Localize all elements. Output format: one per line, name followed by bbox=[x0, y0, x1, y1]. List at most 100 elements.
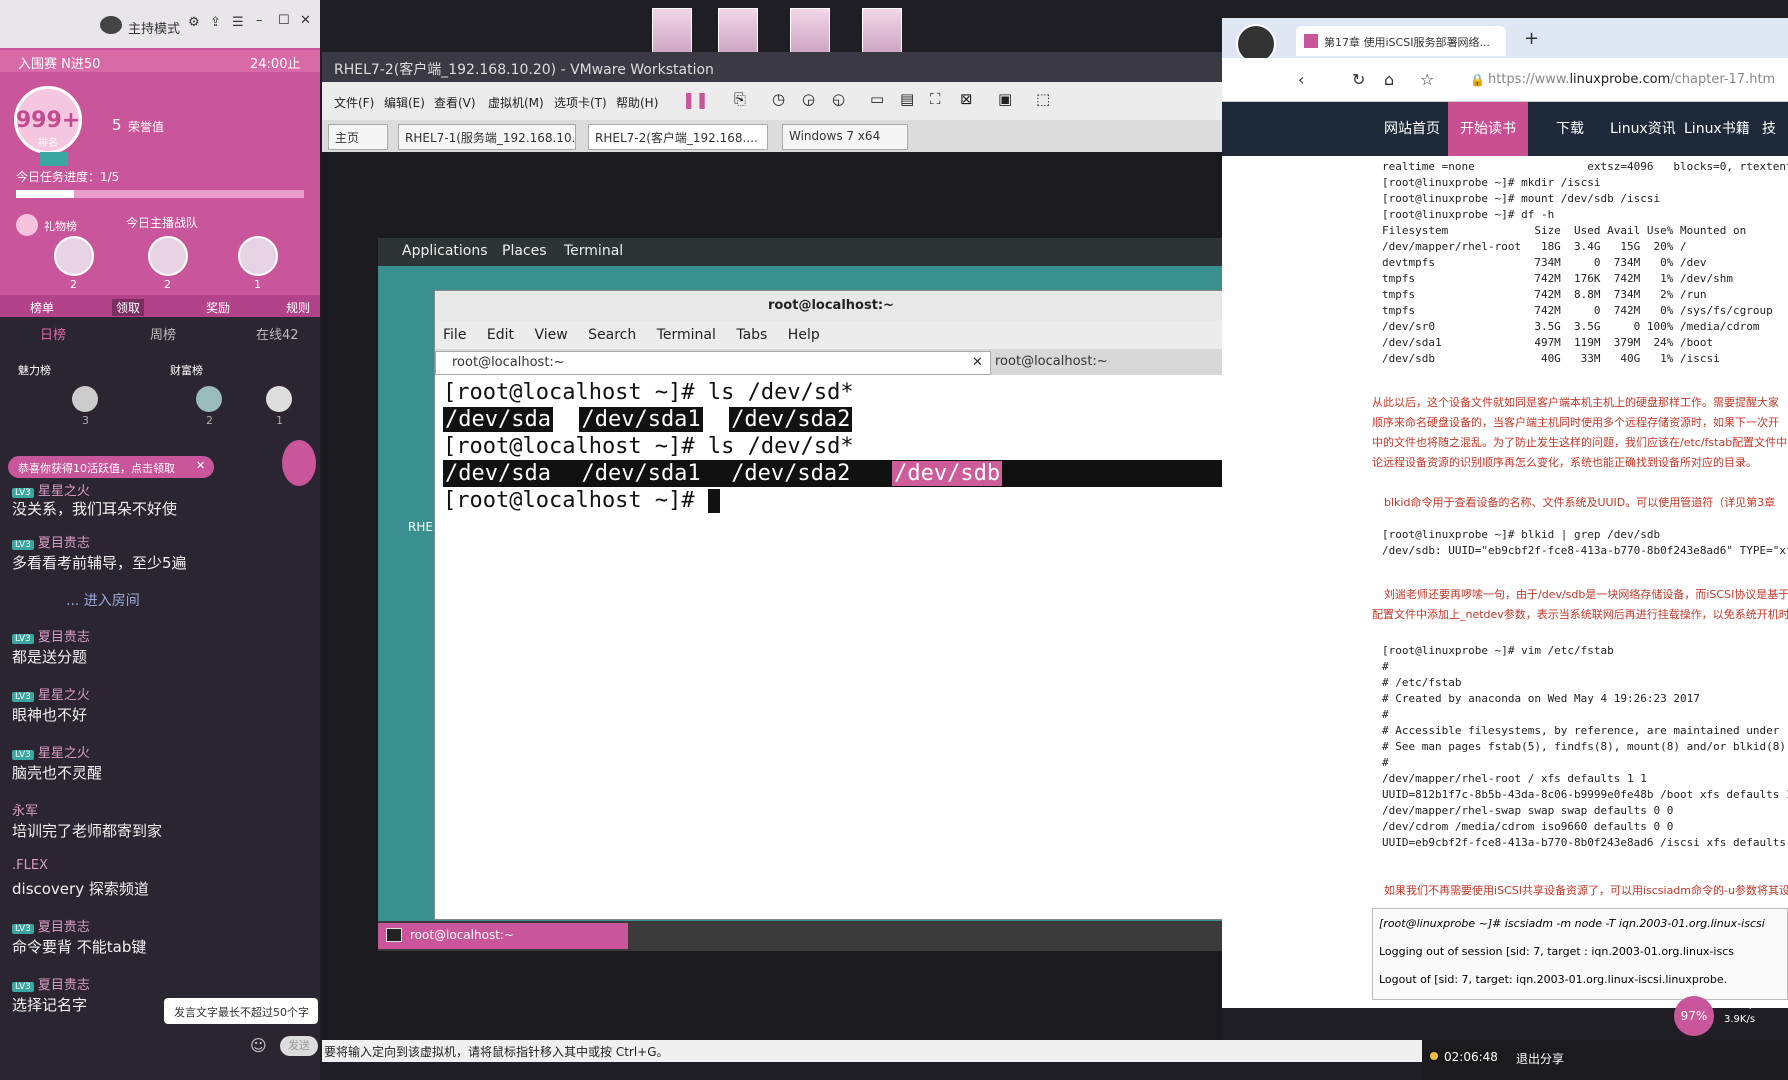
team-avatar-1[interactable] bbox=[54, 236, 94, 276]
code-line: tmpfs 742M 176K 742M 1% /dev/shm bbox=[1382, 272, 1733, 285]
back-icon[interactable]: ‹ bbox=[1298, 70, 1304, 89]
url-path: /chapter-17.htm bbox=[1670, 72, 1776, 87]
nav-books[interactable]: Linux书籍 bbox=[1684, 102, 1750, 156]
board-count: 2 bbox=[206, 414, 213, 427]
browser-tab-active[interactable]: 第17章 使用iSCSI服务部署网络... bbox=[1296, 26, 1506, 56]
send-button[interactable]: 发送 bbox=[280, 1036, 318, 1056]
menu-icon[interactable]: ☰ bbox=[232, 15, 244, 30]
bookmark-icon[interactable]: ☆ bbox=[1420, 70, 1434, 89]
desktop-file-icon[interactable] bbox=[790, 8, 830, 58]
desktop-file-icon[interactable] bbox=[862, 8, 902, 58]
term-menu-terminal[interactable]: Terminal bbox=[657, 327, 716, 343]
share-icon[interactable]: ⇪ bbox=[210, 15, 221, 30]
nav-tech[interactable]: 技术 bbox=[1762, 102, 1788, 191]
menu-tabs[interactable]: 选项卡(T) bbox=[554, 94, 607, 111]
menu-help[interactable]: 帮助(H) bbox=[616, 94, 658, 111]
view-icon[interactable]: ▭ bbox=[870, 90, 884, 108]
desktop-file-icon[interactable] bbox=[718, 8, 758, 58]
tab-rhel7-1[interactable]: RHEL7-1(服务端_192.168.10.... bbox=[398, 124, 576, 150]
home-icon[interactable]: ⌂ bbox=[1384, 70, 1394, 89]
code-line: /dev/sdb 40G 33M 40G 1% /iscsi bbox=[1382, 352, 1720, 365]
nav-download[interactable]: 下载 bbox=[1556, 102, 1584, 156]
chat-message: 培训完了老师都寄到家 bbox=[12, 822, 163, 840]
settings-icon[interactable]: ⚙ bbox=[188, 15, 200, 30]
nav-home[interactable]: 网站首页 bbox=[1384, 102, 1440, 156]
term-menu-help[interactable]: Help bbox=[788, 327, 820, 343]
tab-close-icon[interactable]: ✕ bbox=[972, 355, 983, 370]
menu-edit[interactable]: 编辑(E) bbox=[384, 94, 425, 111]
code-line: Logout of [sid: 7, target: iqn.2003-01.o… bbox=[1379, 973, 1728, 986]
terminal-window[interactable]: root@localhost:~ File Edit View Search T… bbox=[434, 290, 1243, 920]
tab-rhel7-2[interactable]: RHEL7-2(客户端_192.168.... bbox=[588, 124, 768, 150]
gift-icon bbox=[16, 214, 38, 236]
terminal-body[interactable]: [root@localhost ~]# ls /dev/sd* /dev/sda… bbox=[437, 375, 1243, 919]
output-item-sdb: /dev/sdb bbox=[892, 461, 1003, 486]
level-badge: LV3 bbox=[12, 692, 34, 702]
menu-vm[interactable]: 虚拟机(M) bbox=[488, 94, 544, 111]
board-avatar-1[interactable] bbox=[72, 386, 98, 412]
revert-icon[interactable]: ◶ bbox=[802, 90, 815, 108]
system-taskbar: 97% 153K/s 3.9K/s 02:06:48 退出分享 bbox=[1422, 996, 1788, 1080]
pause-icon[interactable]: ❚❚ bbox=[682, 90, 709, 109]
stream-titlebar: 主持模式 ⚙ ⇪ ☰ – ☐ ✕ bbox=[0, 0, 320, 48]
term-menu-tabs[interactable]: Tabs bbox=[736, 327, 767, 343]
stretch-icon[interactable]: ⬚ bbox=[1036, 90, 1050, 108]
tab-daily[interactable]: 日榜 bbox=[40, 324, 66, 343]
board-count: 3 bbox=[82, 414, 89, 427]
fullscreen-icon[interactable]: ⛶ bbox=[930, 90, 941, 108]
term-menu-search[interactable]: Search bbox=[588, 327, 636, 343]
close-icon[interactable]: ✕ bbox=[300, 13, 311, 28]
refresh-icon[interactable]: ↻ bbox=[1352, 70, 1365, 89]
level-badge: LV3 bbox=[12, 488, 34, 498]
board-avatar-3[interactable] bbox=[266, 386, 292, 412]
tab-windows7[interactable]: Windows 7 x64 bbox=[782, 124, 908, 150]
term-tab-1[interactable]: root@localhost:~ ✕ bbox=[435, 351, 991, 375]
new-tab-icon[interactable]: + bbox=[1524, 28, 1539, 49]
taskbar-terminal-item[interactable]: root@localhost:~ bbox=[378, 923, 628, 949]
term-menu-edit[interactable]: Edit bbox=[487, 327, 514, 343]
exit-share-button[interactable]: 退出分享 bbox=[1516, 1050, 1564, 1067]
tab-rank[interactable]: 榜单 bbox=[30, 299, 54, 316]
tab-claim[interactable]: 领取 bbox=[112, 299, 145, 316]
nav-news[interactable]: Linux资讯 bbox=[1610, 102, 1676, 156]
cpu-gauge[interactable]: 97% bbox=[1674, 996, 1714, 1036]
notice-close-icon[interactable]: ✕ bbox=[196, 459, 205, 472]
board-avatar-2[interactable] bbox=[196, 386, 222, 412]
team-avatar-2[interactable] bbox=[148, 236, 188, 276]
nav-read[interactable]: 开始读书 bbox=[1448, 102, 1528, 156]
terminal-app-menu[interactable]: Terminal bbox=[564, 243, 623, 259]
places-menu[interactable]: Places bbox=[502, 243, 547, 259]
paragraph-line: 顺序来命名硬盘设备的，当客户端主机同时使用多个远程存储资源时，如果下一次开 bbox=[1372, 416, 1779, 429]
tab-rules[interactable]: 规则 bbox=[286, 299, 310, 316]
applications-menu[interactable]: Applications bbox=[402, 243, 488, 259]
minimize-icon[interactable]: – bbox=[256, 13, 263, 28]
chat-name-text: 夏目贵志 bbox=[37, 920, 90, 935]
tabs-view-icon[interactable]: ▤ bbox=[900, 90, 914, 108]
browser-addressbar: ‹ ↻ ⌂ ☆ 🔒 https://www.linuxprobe.com/cha… bbox=[1222, 58, 1788, 102]
tab-home[interactable]: 主页 bbox=[328, 124, 388, 150]
wealth-board[interactable]: 财富榜 bbox=[170, 362, 203, 378]
menu-file[interactable]: 文件(F) bbox=[334, 94, 374, 111]
snapshot-icon[interactable]: ◷ bbox=[772, 90, 785, 108]
menu-view[interactable]: 查看(V) bbox=[434, 94, 476, 111]
unity-icon[interactable]: ⊠ bbox=[960, 90, 973, 108]
team-avatar-3[interactable] bbox=[238, 236, 278, 276]
emoji-icon[interactable]: ☺ bbox=[250, 1036, 267, 1055]
charm-board[interactable]: 魅力榜 bbox=[18, 362, 51, 378]
desktop-file-icon[interactable] bbox=[652, 8, 692, 58]
chat-message: 没关系，我们耳朵不好使 bbox=[12, 500, 178, 518]
url-field[interactable]: https://www.linuxprobe.com/chapter-17.ht… bbox=[1488, 72, 1775, 87]
fan-label: 礼物榜 bbox=[44, 220, 77, 233]
notice-pill[interactable]: 恭喜你获得10活跃值，点击领取 ✕ bbox=[8, 456, 214, 478]
exit-share-label: 退出分享 bbox=[1516, 1052, 1565, 1066]
tab-reward[interactable]: 奖励 bbox=[206, 299, 230, 316]
term-menu-file[interactable]: File bbox=[443, 327, 466, 343]
tab-online[interactable]: 在线42 bbox=[256, 324, 299, 343]
snapshot-manager-icon[interactable]: ◵ bbox=[832, 90, 845, 108]
send-keys-icon[interactable]: ⎘ bbox=[734, 90, 746, 108]
term-menu-view[interactable]: View bbox=[534, 327, 567, 343]
maximize-icon[interactable]: ☐ bbox=[278, 13, 290, 28]
term-tab-2[interactable]: root@localhost:~ bbox=[995, 354, 1108, 369]
tab-weekly[interactable]: 周榜 bbox=[150, 324, 176, 343]
console-icon[interactable]: ▣ bbox=[998, 90, 1012, 108]
